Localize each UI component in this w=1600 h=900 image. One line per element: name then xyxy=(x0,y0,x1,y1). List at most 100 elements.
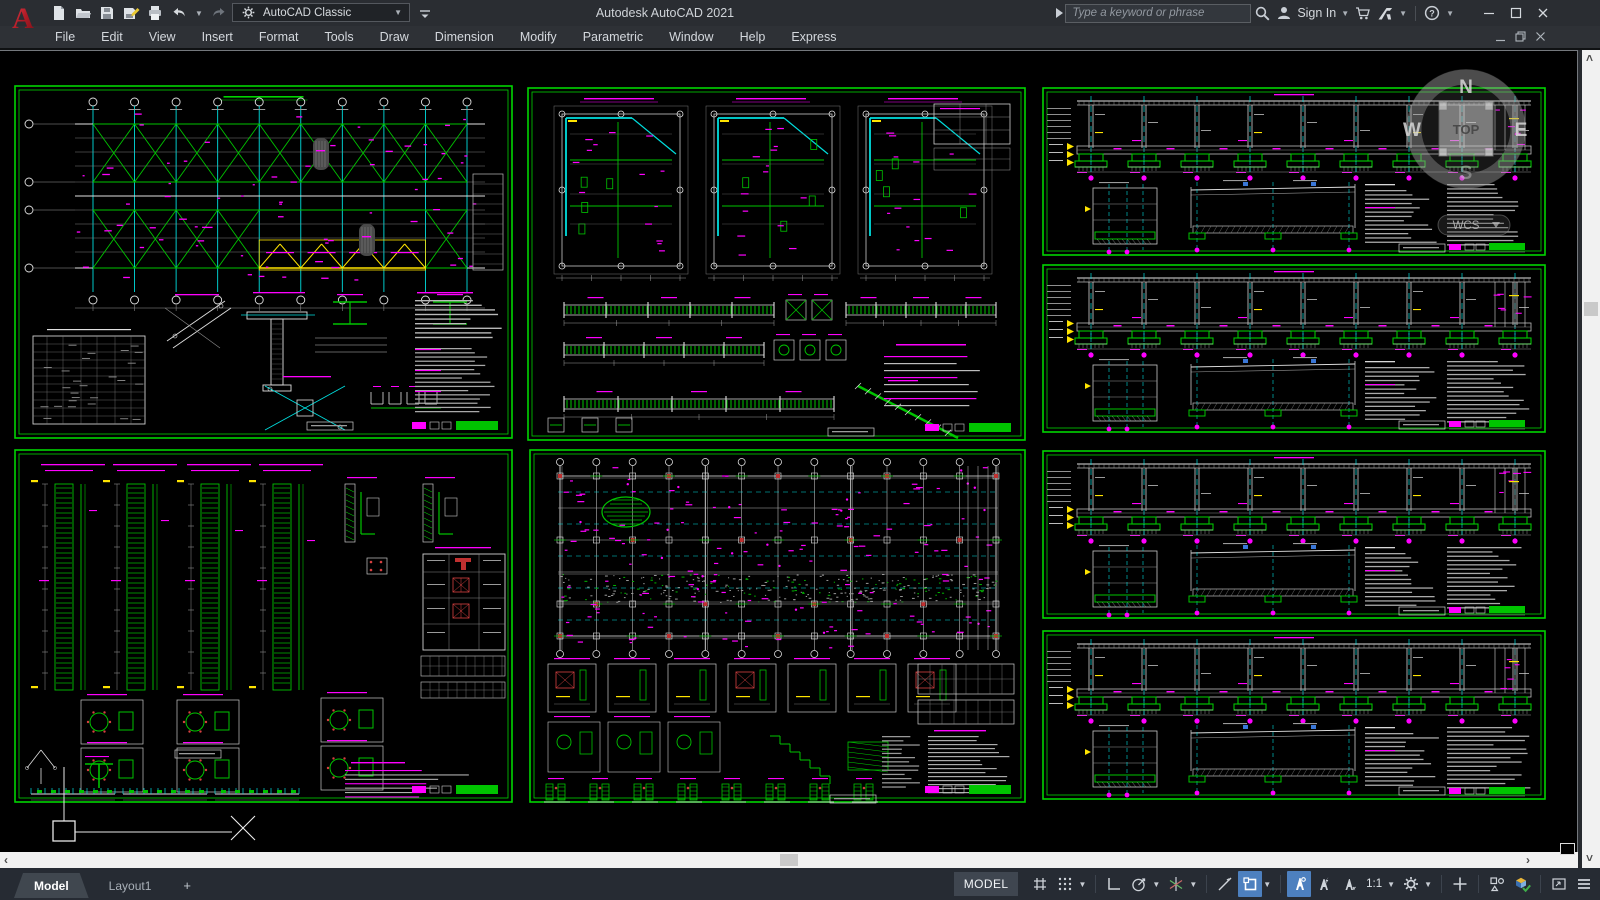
annotation-monitor-icon[interactable] xyxy=(1213,871,1237,897)
snap-icon[interactable] xyxy=(1053,871,1077,897)
menu-insert[interactable]: Insert xyxy=(189,26,246,48)
ortho-icon[interactable] xyxy=(1102,871,1126,897)
menu-dimension[interactable]: Dimension xyxy=(422,26,507,48)
annotation-frame-icon[interactable] xyxy=(1238,871,1262,897)
canvas-corner-gripper xyxy=(1560,843,1575,855)
scroll-up-icon[interactable]: ˄ xyxy=(1586,50,1593,66)
autocad-app-logo-icon[interactable]: A xyxy=(8,2,38,34)
crosshair-cursor xyxy=(231,816,255,840)
autocad-window: A ▼▼ AutoCAD Classic ▼ Autodesk AutoCAD … xyxy=(0,0,1600,900)
chevron-down-icon: ▼ xyxy=(391,8,405,17)
workspace-dropdown[interactable]: AutoCAD Classic ▼ xyxy=(232,3,410,22)
tab-model[interactable]: Model xyxy=(14,873,89,898)
customization-icon[interactable] xyxy=(1572,871,1596,897)
plot-icon[interactable] xyxy=(144,2,166,24)
svg-text:TOP: TOP xyxy=(1453,122,1480,137)
scroll-down-icon[interactable]: ˅ xyxy=(1586,850,1593,866)
vertical-scrollbar[interactable]: ˄ ˅ xyxy=(1582,50,1600,868)
menu-modify[interactable]: Modify xyxy=(507,26,570,48)
menu-bar: FileEditViewInsertFormatToolsDrawDimensi… xyxy=(0,26,1600,50)
svg-text:E: E xyxy=(1515,120,1528,141)
annotation-scale-icon[interactable] xyxy=(1337,871,1361,897)
new-file-icon[interactable] xyxy=(48,2,70,24)
search-icon[interactable] xyxy=(1251,2,1273,24)
save-as-icon[interactable] xyxy=(120,2,142,24)
divider xyxy=(1206,875,1207,893)
close-button[interactable] xyxy=(1529,1,1556,25)
chevron-down-icon[interactable]: ▼ xyxy=(1396,9,1410,18)
clean-screen-icon[interactable] xyxy=(1547,871,1571,897)
search-input[interactable] xyxy=(1065,4,1251,23)
menu-help[interactable]: Help xyxy=(727,26,779,48)
chevron-down-icon[interactable]: ▼ xyxy=(1152,880,1160,889)
polar-tracking-icon[interactable] xyxy=(1127,871,1151,897)
scroll-right-icon[interactable]: › xyxy=(1526,852,1530,868)
autodesk-logo-icon[interactable] xyxy=(1374,2,1396,24)
viewcube[interactable]: NWESTOP xyxy=(1403,69,1527,189)
divider xyxy=(1095,875,1096,893)
menu-edit[interactable]: Edit xyxy=(88,26,136,48)
layout-tabs: Model Layout1 + xyxy=(14,873,203,898)
redo-icon[interactable] xyxy=(208,2,230,24)
horizontal-scrollbar[interactable]: ‹ › xyxy=(0,852,1578,868)
scale-value[interactable]: 1:1 xyxy=(1362,871,1386,897)
autoscale-icon[interactable] xyxy=(1312,871,1336,897)
isolate-objects-icon[interactable] xyxy=(1485,871,1509,897)
chevron-down-icon[interactable]: ▼ xyxy=(192,9,206,18)
horizontal-scroll-thumb[interactable] xyxy=(780,854,798,866)
title-bar: A ▼▼ AutoCAD Classic ▼ Autodesk AutoCAD … xyxy=(0,0,1600,26)
menu-draw[interactable]: Draw xyxy=(367,26,422,48)
chevron-down-icon[interactable]: ▼ xyxy=(1424,880,1432,889)
menu-view[interactable]: View xyxy=(136,26,189,48)
menu-parametric[interactable]: Parametric xyxy=(570,26,656,48)
menu-window[interactable]: Window xyxy=(656,26,726,48)
status-bar: MODEL ▼▼▼▼1:1▼▼ xyxy=(954,868,1596,900)
minimize-button[interactable] xyxy=(1475,1,1502,25)
menu-tools[interactable]: Tools xyxy=(311,26,366,48)
doc-close-button[interactable] xyxy=(1532,28,1548,44)
menu-items: FileEditViewInsertFormatToolsDrawDimensi… xyxy=(42,26,849,48)
plus-icon[interactable] xyxy=(1448,871,1472,897)
sheet-frame-elevation-2 xyxy=(1043,265,1545,432)
annotation-visibility-icon[interactable] xyxy=(1287,871,1311,897)
help-icon[interactable]: ? xyxy=(1421,2,1443,24)
sheet-column-reinforcement-details xyxy=(15,450,512,802)
svg-text:A: A xyxy=(12,2,34,34)
doc-restore-button[interactable] xyxy=(1512,28,1528,44)
chevron-down-icon[interactable]: ▼ xyxy=(1189,880,1197,889)
search-collapse-icon[interactable] xyxy=(1053,2,1065,24)
chevron-down-icon[interactable]: ▼ xyxy=(1263,880,1271,889)
doc-minimize-button[interactable] xyxy=(1492,28,1508,44)
workspace-gear-icon[interactable] xyxy=(1399,871,1423,897)
document-window-controls xyxy=(1492,28,1548,44)
chevron-down-icon[interactable]: ▼ xyxy=(1387,880,1395,889)
open-folder-icon[interactable] xyxy=(72,2,94,24)
model-space-canvas[interactable]: NWESTOPWCS xyxy=(0,50,1578,852)
menu-format[interactable]: Format xyxy=(246,26,312,48)
grid-icon[interactable] xyxy=(1028,871,1052,897)
vertical-scroll-thumb[interactable] xyxy=(1584,302,1598,316)
undo-icon[interactable] xyxy=(168,2,190,24)
titlebar-right-cluster: Sign In ▼ ▼ ? ▼ xyxy=(1053,0,1556,26)
sheet-column-plan-views xyxy=(528,88,1025,440)
save-icon[interactable] xyxy=(96,2,118,24)
cart-icon[interactable] xyxy=(1352,2,1374,24)
quick-access-toolbar: ▼▼ xyxy=(48,1,246,25)
isometric-drafting-icon[interactable] xyxy=(1164,871,1188,897)
menu-file[interactable]: File xyxy=(42,26,88,48)
gear-icon xyxy=(237,2,259,24)
svg-text:S: S xyxy=(1460,163,1473,184)
menu-express[interactable]: Express xyxy=(778,26,849,48)
chevron-down-icon[interactable]: ▼ xyxy=(1078,880,1086,889)
chevron-down-icon[interactable]: ▼ xyxy=(1443,9,1457,18)
chevron-down-icon[interactable]: ▼ xyxy=(1338,9,1352,18)
user-icon[interactable] xyxy=(1273,2,1295,24)
graphics-performance-icon[interactable] xyxy=(1510,871,1534,897)
tab-layout1[interactable]: Layout1 xyxy=(89,873,172,898)
wcs-dropdown[interactable]: WCS xyxy=(1438,215,1510,235)
sign-in-button[interactable]: Sign In xyxy=(1297,6,1336,20)
scroll-left-icon[interactable]: ‹ xyxy=(4,852,8,868)
add-layout-button[interactable]: + xyxy=(171,873,203,898)
model-space-toggle[interactable]: MODEL xyxy=(954,872,1019,896)
maximize-button[interactable] xyxy=(1502,1,1529,25)
